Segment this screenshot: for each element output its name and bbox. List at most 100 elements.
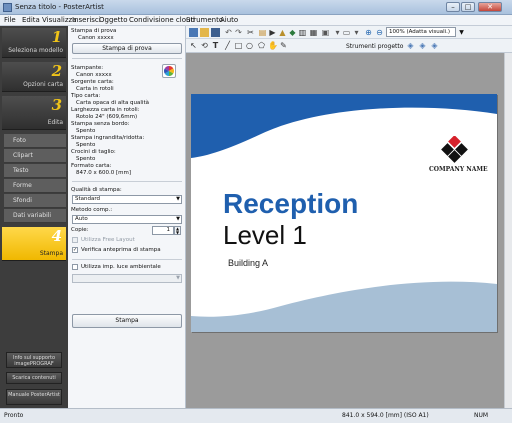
menu-edita[interactable]: Edita (22, 16, 40, 24)
tab-clipart[interactable]: Clipart (4, 149, 66, 163)
poster-subtitle: Level 1 (223, 220, 307, 250)
quality-label: Qualità di stampa: (71, 187, 122, 193)
eyedropper-icon[interactable]: ✎ (279, 41, 288, 50)
undo-icon[interactable]: ↶ (224, 28, 233, 37)
chevron-down-icon[interactable]: ▾ (333, 28, 342, 37)
copies-input[interactable]: 1 (152, 226, 174, 235)
text-tool-icon[interactable]: T (211, 41, 220, 50)
page-size-icon[interactable]: ▭ (342, 28, 351, 37)
poster-preview[interactable]: COMPANY NAME Reception Level 1 Building … (191, 94, 497, 332)
workflow-panel: 1 Seleziona modello 2 Opzioni carta 3 Ed… (0, 26, 68, 408)
step-number: 4 (51, 227, 62, 245)
zoom-out-icon[interactable]: ⊖ (375, 28, 384, 37)
chevron-down-icon[interactable]: ▼ (457, 28, 466, 37)
maximize-button[interactable]: □ (461, 2, 475, 12)
menu-aiuto[interactable]: Aiuto (220, 16, 238, 24)
step-number: 3 (51, 96, 62, 114)
borderless-label: Stampa senza bordo: (71, 121, 130, 127)
poster-building: Building A (228, 258, 269, 268)
step-select-template[interactable]: 1 Seleziona modello (2, 28, 66, 58)
pointer-icon[interactable]: ↖ (189, 41, 198, 50)
redo-icon[interactable]: ↷ (234, 28, 243, 37)
enlarge-label: Stampa ingrandita/ridotta: (71, 135, 145, 141)
align-icon[interactable]: ▤ (258, 28, 267, 37)
color-wheel-icon[interactable] (162, 64, 176, 78)
color-method-label: Metodo comp.: (71, 207, 113, 213)
close-button[interactable]: ✕ (478, 2, 502, 12)
tab-testo[interactable]: Testo (4, 164, 66, 178)
company-logo-icon (441, 136, 468, 163)
play-icon[interactable]: ▶ (268, 28, 277, 37)
layers-icon[interactable]: ◆ (288, 28, 297, 37)
test-print-button[interactable]: Stampa di prova (72, 43, 182, 54)
send-back-icon[interactable]: ▣ (321, 28, 330, 37)
divider (72, 58, 182, 59)
ellipse-tool-icon[interactable]: ○ (245, 41, 254, 50)
project-tool-1-icon[interactable]: ◈ (406, 41, 415, 50)
zoom-in-icon[interactable]: ⊕ (364, 28, 373, 37)
poster-title: Reception (223, 188, 359, 219)
menu-condivisione-cloud[interactable]: Condivisione cloud (129, 16, 195, 24)
step-label: Seleziona modello (8, 47, 63, 54)
paper-format-value: 847.0 x 600.0 [mm] (76, 170, 131, 176)
print-button[interactable]: Stampa (72, 314, 182, 328)
status-ready: Pronto (4, 412, 24, 419)
step-paper-options[interactable]: 2 Opzioni carta (2, 62, 66, 92)
menu-file[interactable]: File (4, 16, 16, 24)
company-name: COMPANY NAME (429, 166, 488, 173)
menu-strumento[interactable]: Strumento (186, 16, 223, 24)
color-method-select[interactable]: Auto ▼ (72, 215, 182, 224)
rectangle-tool-icon[interactable]: □ (234, 41, 243, 50)
minimize-button[interactable]: – (446, 2, 460, 12)
printer-value: Canon xxxxx (76, 72, 112, 78)
borderless-value: Spento (76, 128, 96, 134)
tab-sfondi[interactable]: Sfondi (4, 194, 66, 208)
chevron-down-icon: ▼ (176, 275, 180, 281)
copies-spinner[interactable]: ▲ ▼ (174, 226, 181, 235)
manual-button[interactable]: Manuale PosterArtist (6, 389, 62, 405)
divider (72, 259, 182, 260)
status-num: NUM (474, 412, 489, 419)
title-bar: Senza titolo - PosterArtist – □ ✕ (0, 0, 512, 15)
menu-oggetto[interactable]: Oggetto (99, 16, 127, 24)
enlarge-value: Spento (76, 142, 96, 148)
zoom-select[interactable]: 100% (Adatta visuali.) (386, 27, 456, 37)
verify-preview-checkbox[interactable]: ✓ (72, 247, 78, 253)
chevron-down-icon: ▼ (176, 216, 180, 222)
ambient-light-select[interactable]: ▼ (72, 274, 182, 283)
ambient-light-checkbox[interactable] (72, 264, 78, 270)
hand-tool-icon[interactable]: ✋ (268, 41, 278, 50)
arrange-icon[interactable]: ▥ (298, 28, 307, 37)
step-label: Opzioni carta (23, 81, 63, 88)
ambient-light-label: Utilizza imp. luce ambientale (81, 264, 161, 270)
grid-icon[interactable]: ▦ (309, 28, 318, 37)
copies-label: Copie: (71, 227, 89, 233)
tab-dati-variabili[interactable]: Dati variabili (4, 209, 66, 223)
triangle-icon[interactable]: ▲ (278, 28, 287, 37)
new-icon[interactable] (189, 28, 198, 37)
line-tool-icon[interactable]: ╱ (223, 41, 232, 50)
project-tool-3-icon[interactable]: ◈ (430, 41, 439, 50)
step-print[interactable]: 4 Stampa (2, 227, 66, 261)
paper-format-label: Formato carta: (71, 163, 112, 169)
support-info-button[interactable]: Info sul supporto imagePROGRAF (6, 352, 62, 368)
menu-inserisci[interactable]: Inserisci (72, 16, 101, 24)
free-layout-label: Utilizza Free Layout (81, 237, 135, 243)
rotate-icon[interactable]: ⟲ (200, 41, 209, 50)
vertical-scrollbar[interactable] (504, 53, 512, 408)
open-folder-icon[interactable] (200, 28, 209, 37)
download-content-button[interactable]: Scarica contenuti (6, 372, 62, 384)
divider (72, 181, 182, 182)
save-icon[interactable] (211, 28, 220, 37)
tab-foto[interactable]: Foto (4, 134, 66, 148)
cut-icon[interactable]: ✂ (246, 28, 255, 37)
free-layout-checkbox[interactable] (72, 237, 78, 243)
crop-marks-label: Crocini di taglio: (71, 149, 116, 155)
polygon-tool-icon[interactable]: ⬠ (257, 41, 266, 50)
verify-preview-label: Verifica anteprima di stampa (81, 247, 161, 253)
chevron-down-icon[interactable]: ▾ (352, 28, 361, 37)
tab-forme[interactable]: Forme (4, 179, 66, 193)
step-edit[interactable]: 3 Edita (2, 96, 66, 130)
project-tool-2-icon[interactable]: ◈ (418, 41, 427, 50)
quality-select[interactable]: Standard ▼ (72, 195, 182, 204)
